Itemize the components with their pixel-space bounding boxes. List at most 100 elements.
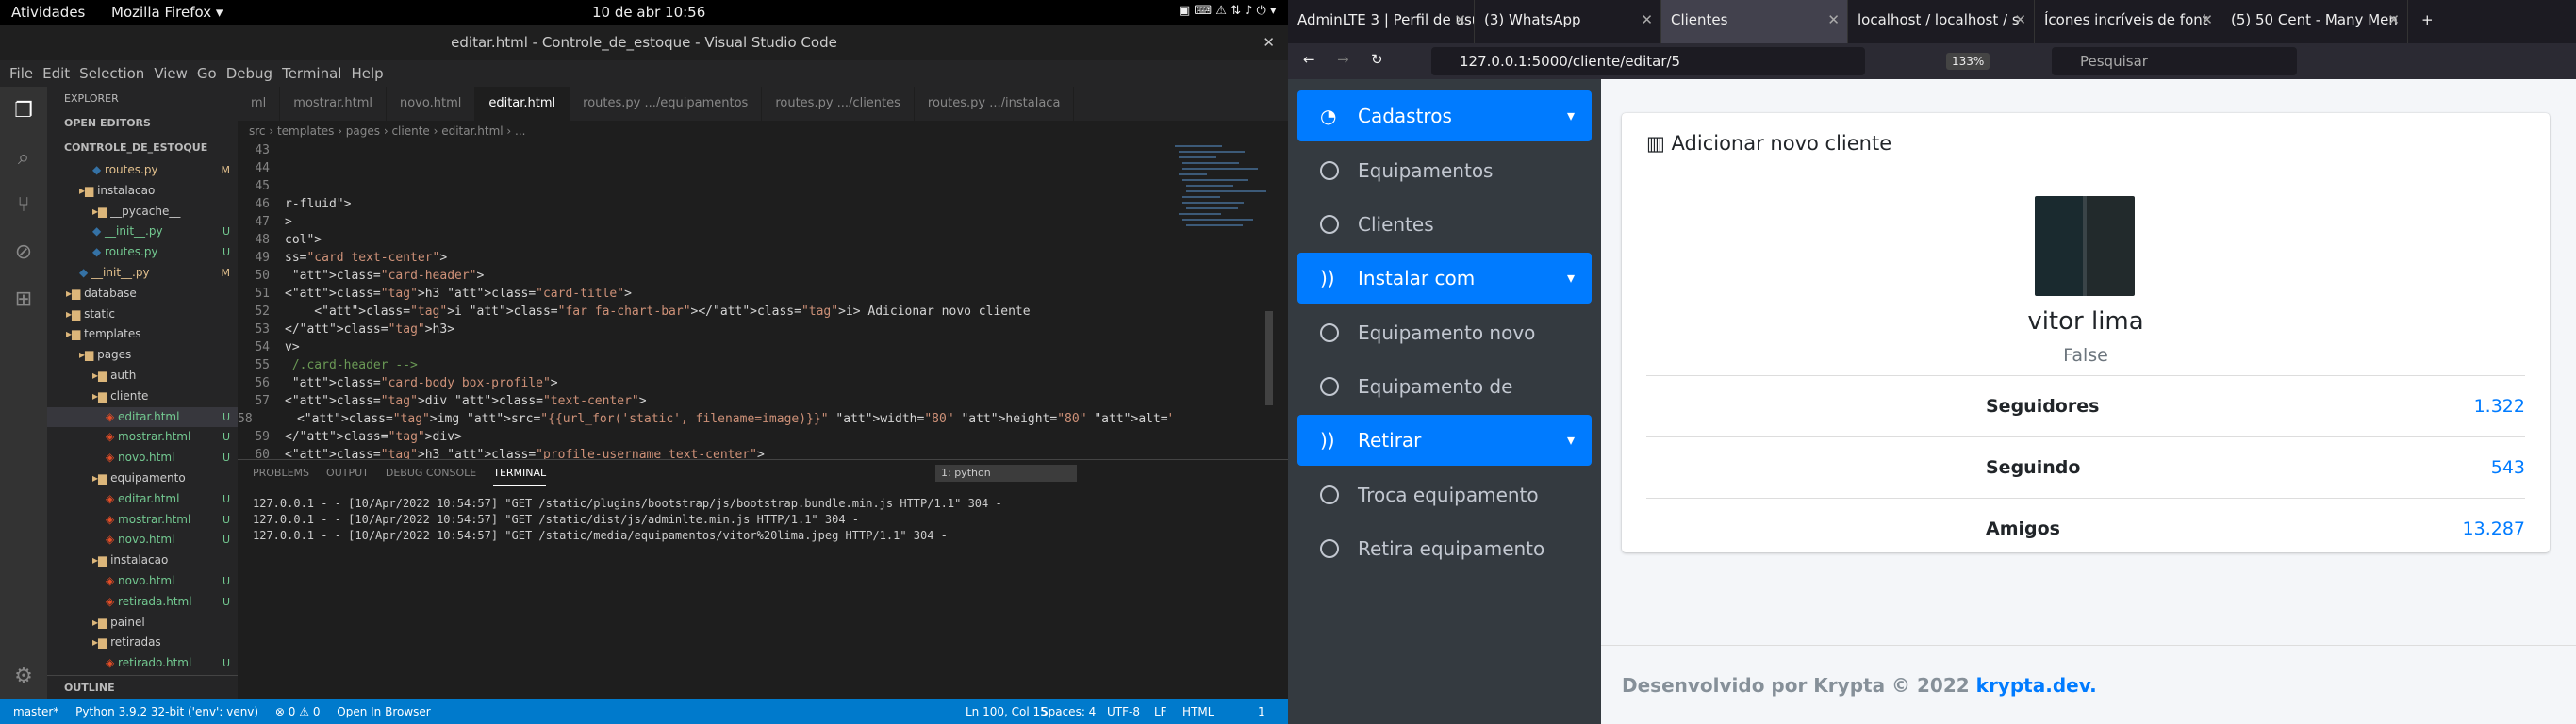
stat-value[interactable]: 1.322 — [2474, 376, 2525, 436]
menu-go[interactable]: Go — [197, 65, 217, 82]
extensions-icon[interactable]: ⊞ — [0, 275, 47, 322]
browser-tab[interactable]: (5) 50 Cent - Many Men ✕ — [2221, 0, 2408, 43]
cursor-position[interactable]: Ln 100, Col 15 — [966, 699, 1048, 724]
menu-help[interactable]: Help — [351, 65, 383, 82]
close-icon[interactable]: ✕ — [1263, 25, 1275, 60]
forward-icon[interactable]: → — [1337, 51, 1349, 68]
editor-tab[interactable]: routes.py .../instalaca — [915, 87, 1075, 121]
terminal-select[interactable]: 1: python — [935, 465, 1077, 482]
notifications-count[interactable]: 1 — [1258, 699, 1265, 724]
minimap[interactable] — [1171, 141, 1275, 452]
tree-item[interactable]: ◈ mostrar.html U — [47, 427, 238, 448]
tree-item[interactable]: ▸▆ retiradas — [47, 633, 238, 653]
tree-item[interactable]: ▸▆ painel — [47, 613, 238, 634]
tree-item[interactable]: ◈ editar.html U — [47, 489, 238, 510]
debug-icon[interactable]: ⊘ — [0, 228, 47, 275]
panel-tab-output[interactable]: OUTPUT — [326, 460, 369, 486]
terminal-output[interactable]: 127.0.0.1 - - [10/Apr/2022 10:54:57] "GE… — [238, 486, 1288, 553]
open-in-browser[interactable]: Open In Browser — [337, 705, 430, 718]
editor-tab[interactable]: routes.py .../clientes — [762, 87, 915, 121]
tree-item[interactable]: ◈ novo.html U — [47, 571, 238, 592]
tree-item[interactable]: ▸▆ pages — [47, 345, 238, 366]
menu-terminal[interactable]: Terminal — [282, 65, 341, 82]
editor-tab[interactable]: novo.html — [387, 87, 476, 121]
tree-item[interactable]: ▸▆ static — [47, 304, 238, 325]
url-bar[interactable]: 127.0.0.1:5000/cliente/editar/5 — [1431, 47, 1865, 75]
editor-tab[interactable]: routes.py .../equipamentos — [570, 87, 763, 121]
sidebar-item[interactable]: Retira equipamento — [1297, 523, 1592, 574]
editor-tab[interactable]: mostrar.html — [280, 87, 387, 121]
tree-item[interactable]: ▸▆ equipamento — [47, 469, 238, 489]
tree-item[interactable]: ▸▆ templates — [47, 324, 238, 345]
new-tab-icon[interactable]: + — [2408, 0, 2447, 43]
close-icon[interactable]: ✕ — [2387, 11, 2400, 28]
problems-status[interactable]: ⊗ 0 ⚠ 0 — [275, 705, 321, 718]
close-icon[interactable]: ✕ — [1641, 11, 1653, 28]
stat-value[interactable]: 13.287 — [2463, 499, 2525, 559]
python-interpreter[interactable]: Python 3.9.2 32-bit ('env': venv) — [75, 705, 258, 718]
gear-icon[interactable]: ⚙ — [0, 652, 47, 699]
tree-item[interactable]: ▸▆ instalacao — [47, 551, 238, 571]
tree-item[interactable]: ▸▆ database — [47, 284, 238, 304]
encoding[interactable]: UTF-8 — [1107, 699, 1140, 724]
sidebar-item[interactable]: Equipamento novo — [1297, 307, 1592, 358]
back-icon[interactable]: ← — [1303, 51, 1315, 68]
search-icon[interactable]: ⌕ — [0, 134, 47, 181]
tree-item[interactable]: ▸▆ instalacao — [47, 181, 238, 202]
menu-debug[interactable]: Debug — [226, 65, 272, 82]
tree-item[interactable]: ◈ retirado.html U — [47, 653, 238, 674]
panel-tab-debug-console[interactable]: DEBUG CONSOLE — [386, 460, 476, 486]
system-tray-icons[interactable]: ▣ ⌨ ⚠ ⇅ ♪ ⏻ ▾ — [1179, 4, 1277, 18]
indentation[interactable]: Spaces: 4 — [1041, 699, 1096, 724]
editor-tab[interactable]: editar.html — [475, 87, 570, 121]
panel-tab-problems[interactable]: PROBLEMS — [253, 460, 309, 486]
language-mode[interactable]: HTML — [1182, 699, 1214, 724]
tree-item[interactable]: ◈ mostrar.html U — [47, 510, 238, 531]
eol[interactable]: LF — [1154, 699, 1167, 724]
close-icon[interactable]: ✕ — [2201, 11, 2213, 28]
panel-tab-terminal[interactable]: TERMINAL — [493, 460, 547, 486]
explorer-icon[interactable]: ❐ — [0, 87, 47, 134]
editor-tab[interactable]: ml — [238, 87, 281, 121]
tree-item[interactable]: ▸▆ __pycache__ — [47, 202, 238, 222]
search-input[interactable]: Pesquisar — [2052, 47, 2297, 75]
project-folder[interactable]: CONTROLE_DE_ESTOQUE — [47, 136, 238, 160]
stat-value[interactable]: 543 — [2491, 437, 2525, 498]
branch-status[interactable]: master* — [13, 705, 58, 718]
source-control-icon[interactable]: ⑂ — [0, 181, 47, 228]
menu-edit[interactable]: Edit — [42, 65, 70, 82]
tree-item[interactable]: ◆ routes.py M — [47, 160, 238, 181]
browser-tab[interactable]: localhost / localhost / s ✕ — [1848, 0, 2035, 43]
app-menu[interactable]: Mozilla Firefox ▾ — [111, 4, 223, 21]
zoom-level[interactable]: 133% — [1946, 53, 1990, 70]
sidebar-item[interactable]: Equipamento de retirada — [1297, 361, 1592, 449]
sidebar-section[interactable]: )) Retirar ▾ — [1297, 415, 1592, 466]
tree-item[interactable]: ◆ __init__.py U — [47, 222, 238, 242]
sidebar-item[interactable]: Equipamentos — [1297, 145, 1592, 196]
code-editor[interactable]: 43 44 45 46 r-fluid"> 47 >48 col"> 49 ss="card te… — [238, 141, 1227, 587]
browser-tab[interactable]: AdminLTE 3 | Perfil de usu ✕ — [1288, 0, 1475, 43]
sidebar-item[interactable]: Clientes — [1297, 199, 1592, 250]
browser-tab[interactable]: Clientes ✕ — [1661, 0, 1848, 43]
menu-file[interactable]: File — [9, 65, 33, 82]
sidebar-section[interactable]: )) Instalar com ▾ — [1297, 253, 1592, 304]
browser-tab[interactable]: (3) WhatsApp ✕ — [1475, 0, 1661, 43]
breadcrumb[interactable]: src › templates › pages › cliente › edit… — [238, 121, 1288, 141]
browser-tab[interactable]: Ícones incríveis de font ✕ — [2035, 0, 2221, 43]
tree-item[interactable]: ▸▆ cliente — [47, 387, 238, 407]
menu-selection[interactable]: Selection — [79, 65, 144, 82]
tree-item[interactable]: ◈ retirada.html U — [47, 592, 238, 613]
tree-item[interactable]: ◈ novo.html U — [47, 448, 238, 469]
sidebar-item[interactable]: Troca equipamento — [1297, 469, 1592, 520]
close-icon[interactable]: ✕ — [1827, 11, 1840, 28]
tree-item[interactable]: ◈ novo.html U — [47, 530, 238, 551]
clock[interactable]: 10 de abr 10:56 — [592, 4, 705, 21]
menu-view[interactable]: View — [154, 65, 188, 82]
tree-item[interactable]: ▸▆ auth — [47, 366, 238, 387]
activities-button[interactable]: Atividades — [11, 4, 85, 21]
footer-link[interactable]: krypta.dev. — [1976, 674, 2097, 697]
tree-item[interactable]: ◆ routes.py U — [47, 242, 238, 263]
outline-section[interactable]: OUTLINE — [47, 675, 238, 699]
sidebar-section[interactable]: ◔ Cadastros ▾ — [1297, 90, 1592, 141]
close-icon[interactable]: ✕ — [1454, 11, 1466, 28]
